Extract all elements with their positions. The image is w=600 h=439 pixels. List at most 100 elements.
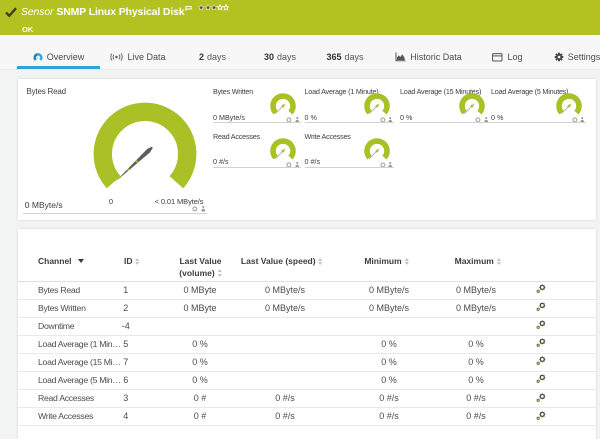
header-label: Minimum [364, 256, 402, 266]
gauge-cell: Read Accesses 0 #/s [208, 124, 301, 169]
tab-label: Settings [567, 52, 600, 62]
gauge-value: 0 #/s [304, 157, 321, 166]
cell-maximum: 0 MByte/s [455, 302, 497, 313]
cell-channel[interactable]: Load Average (15 Minutes) [38, 354, 124, 371]
sort-icon [496, 257, 501, 265]
object-kind-label: Sensor [21, 6, 54, 18]
table-row[interactable]: Load Average (15 Minutes) 7 0 % 0 % 0 % [18, 354, 596, 372]
primary-gauge [93, 102, 197, 188]
tab-label: Historic Data [410, 52, 462, 62]
col-header-minimum[interactable]: Minimum [364, 256, 409, 268]
tab-label-number: 30 [263, 52, 274, 62]
cell-channel[interactable]: Load Average (1 Minute) [38, 336, 124, 353]
gauge-cell: Bytes Written 0 MByte/s [208, 79, 301, 124]
gauge-value: 0 MByte/s [24, 199, 63, 210]
cell-channel[interactable]: Downtime [38, 318, 124, 335]
tab-label: Log [507, 52, 523, 62]
cell-maximum: 0 % [468, 338, 484, 349]
cell-maximum: 0 #/s [466, 393, 486, 404]
col-header-last-value-speed[interactable]: Last Value (speed) [241, 256, 323, 268]
cell-last-volume: 0 % [192, 374, 208, 385]
small-gauge [270, 137, 296, 160]
tab-live-data[interactable]: Live Data [105, 46, 171, 68]
gauges-panel: Bytes Read 0 MByte/s 0 < 0.01 MByte/s By… [18, 79, 596, 220]
primary-gauge-cell: Bytes Read 0 MByte/s 0 < 0.01 MByte/s [18, 79, 208, 220]
gauge-value: 0 % [491, 112, 504, 122]
cell-channel[interactable]: Write Accesses [38, 408, 124, 425]
sort-icon [217, 269, 222, 277]
cell-maximum: 0 % [468, 356, 484, 367]
tab-label-unit: days [344, 52, 364, 62]
divider [213, 166, 301, 168]
channel-settings-icon[interactable] [536, 356, 546, 366]
sort-icon [135, 257, 140, 265]
channel-settings-icon[interactable] [536, 392, 546, 403]
channel-settings-icon[interactable] [536, 320, 546, 330]
cell-last-volume: 0 # [193, 411, 207, 422]
gauge-scale-max: < 0.01 MByte/s [154, 197, 204, 206]
cell-channel[interactable]: Bytes Written [38, 300, 124, 317]
table-row[interactable]: Load Average (1 Minute) 5 0 % 0 % 0 % [18, 336, 596, 354]
channel-settings-icon[interactable] [536, 284, 546, 294]
channel-settings-icon[interactable] [536, 302, 546, 312]
channel-settings-icon[interactable] [536, 374, 546, 384]
cell-id: 7 [123, 356, 129, 367]
col-header-maximum[interactable]: Maximum [455, 256, 501, 268]
header-label: (volume) [179, 267, 215, 278]
gauge-label: Write Accesses [304, 131, 351, 141]
priority-stars[interactable] [198, 4, 230, 11]
divider [491, 122, 586, 123]
channel-rows: Bytes Read 1 0 MByte 0 MByte/s 0 MByte/s… [18, 280, 596, 427]
sensor-title: SNMP Linux Physical Disk [56, 6, 185, 18]
tab-historic-data[interactable]: Historic Data [384, 46, 473, 68]
cell-channel[interactable]: Bytes Read [38, 282, 124, 299]
tab-2-days[interactable]: 2 days [190, 46, 235, 68]
small-gauge [270, 93, 296, 115]
cell-maximum: 0 MByte/s [455, 284, 497, 295]
tab-log[interactable]: Log [483, 46, 532, 68]
channel-settings-icon[interactable] [536, 338, 546, 348]
channel-user-icon[interactable] [200, 206, 206, 212]
tab-365-days[interactable]: 365 days [316, 46, 374, 68]
table-row[interactable]: Bytes Written 2 0 MByte 0 MByte/s 0 MByt… [18, 300, 596, 318]
status-ok-check-icon [5, 6, 17, 18]
col-header-last-value-volume[interactable]: Last Value (volume) [179, 256, 222, 279]
cell-channel[interactable]: Read Accesses [38, 390, 124, 407]
small-gauge [363, 93, 390, 115]
small-gauge [363, 137, 390, 160]
tab-30-days[interactable]: 30 days [252, 46, 308, 68]
divider [304, 166, 394, 168]
cell-id: 5 [123, 338, 129, 349]
priority-flag-icon [185, 5, 193, 12]
cell-last-speed: 0 MByte/s [264, 302, 306, 313]
tab-settings[interactable]: Settings [551, 46, 600, 68]
active-tab-indicator [17, 66, 100, 69]
tab-label-unit: days [277, 52, 297, 62]
cell-minimum: 0 % [381, 338, 397, 349]
table-row[interactable]: Read Accesses 3 0 # 0 #/s 0 #/s 0 #/s [18, 390, 596, 409]
prtg-sensor-page: Sensor SNMP Linux Physical Disk OK Overv… [0, 0, 600, 439]
table-row[interactable]: Bytes Read 1 0 MByte 0 MByte/s 0 MByte/s… [18, 282, 596, 300]
table-row[interactable]: Load Average (5 Minutes) 6 0 % 0 % 0 % [18, 372, 596, 391]
star-icon [223, 4, 230, 11]
tab-label-number: 365 [326, 52, 342, 62]
gauge-cell: Load Average (5 Minutes) 0 % [486, 79, 586, 124]
table-row[interactable]: Downtime -4 [18, 318, 596, 336]
tab-overview[interactable]: Overview [17, 46, 100, 68]
channel-settings-icon[interactable] [536, 411, 546, 421]
channel-gear-icon[interactable] [192, 206, 198, 212]
gauge-value: 0 #/s [213, 157, 229, 166]
table-row[interactable]: Write Accesses 4 0 # 0 #/s 0 #/s 0 #/s [18, 408, 596, 427]
broadcast-icon [110, 53, 124, 61]
channel-table-panel: Channel ID Last Value (volume) Last Value… [18, 229, 596, 439]
tab-label-number: 2 [198, 52, 204, 62]
divider [23, 213, 208, 215]
tab-label-unit: days [207, 52, 227, 62]
cell-minimum: 0 MByte/s [368, 302, 410, 313]
tab-strip: Overview Live Data 2 days 30 days 365 days … [0, 35, 600, 70]
cell-channel[interactable]: Load Average (5 Minutes) [38, 372, 124, 389]
small-gauge [459, 93, 485, 115]
col-header-channel[interactable]: Channel [38, 256, 84, 268]
cell-minimum: 0 #/s [379, 411, 399, 422]
col-header-id[interactable]: ID [124, 256, 140, 268]
